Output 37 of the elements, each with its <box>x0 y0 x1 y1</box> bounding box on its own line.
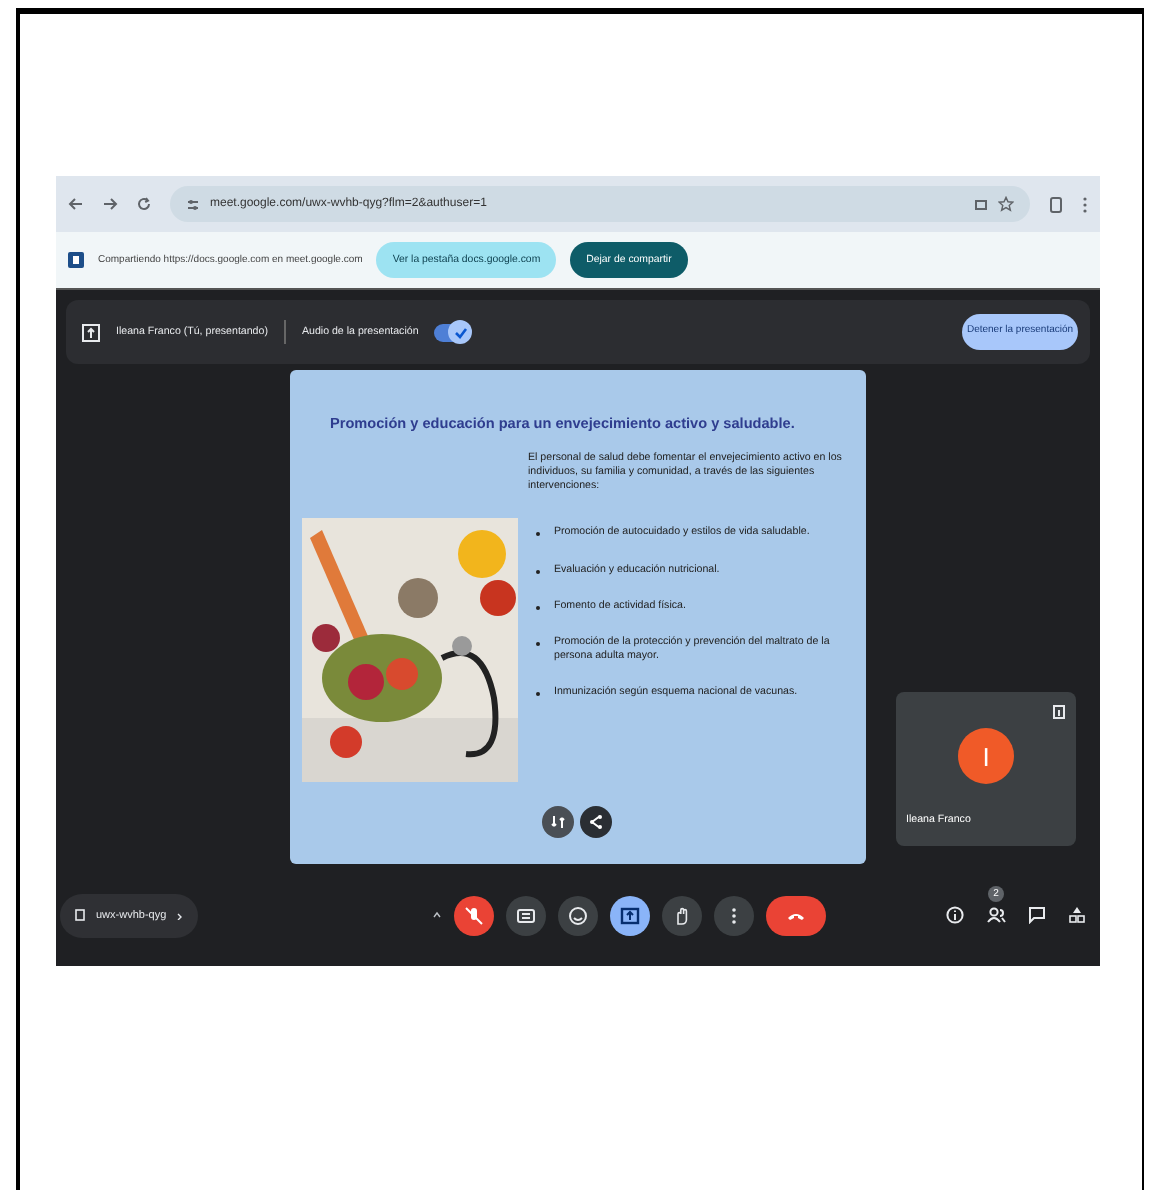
site-settings-icon <box>186 197 200 211</box>
back-icon[interactable] <box>68 196 84 212</box>
check-icon <box>453 325 468 339</box>
menu-icon[interactable] <box>1082 195 1088 213</box>
hand-button[interactable] <box>662 895 702 935</box>
present-icon <box>620 905 640 925</box>
avatar: I <box>958 728 1014 784</box>
audio-toggle[interactable] <box>434 323 467 341</box>
emoji-icon <box>568 905 588 925</box>
present-icon <box>82 323 100 341</box>
hand-icon <box>672 905 692 925</box>
copy-icon <box>74 908 86 922</box>
caret-icon <box>176 911 185 919</box>
info-icon[interactable] <box>946 906 964 924</box>
present-button[interactable] <box>610 895 650 935</box>
share-button[interactable] <box>580 806 612 838</box>
chat-icon[interactable] <box>1028 906 1046 924</box>
cast-icon[interactable] <box>974 197 988 211</box>
move-icon <box>550 814 566 830</box>
emoji-button[interactable] <box>558 895 598 935</box>
move-button[interactable] <box>542 806 574 838</box>
captions-button[interactable] <box>506 895 546 935</box>
caret-icon[interactable] <box>432 910 442 920</box>
mic-off-button[interactable] <box>454 895 494 935</box>
share-screen-icon <box>68 252 84 268</box>
reload-icon[interactable] <box>136 196 152 212</box>
people-icon[interactable] <box>986 906 1006 924</box>
activities-icon[interactable] <box>1068 906 1086 924</box>
pin-icon <box>1052 704 1066 720</box>
captions-icon <box>516 905 536 925</box>
share-icon <box>588 814 604 830</box>
star-icon[interactable] <box>998 196 1014 212</box>
leave-button[interactable] <box>766 895 826 935</box>
extension-icon[interactable] <box>1048 195 1064 213</box>
forward-icon[interactable] <box>102 196 118 212</box>
mic-off-icon <box>464 905 484 925</box>
more-button[interactable] <box>714 895 754 935</box>
